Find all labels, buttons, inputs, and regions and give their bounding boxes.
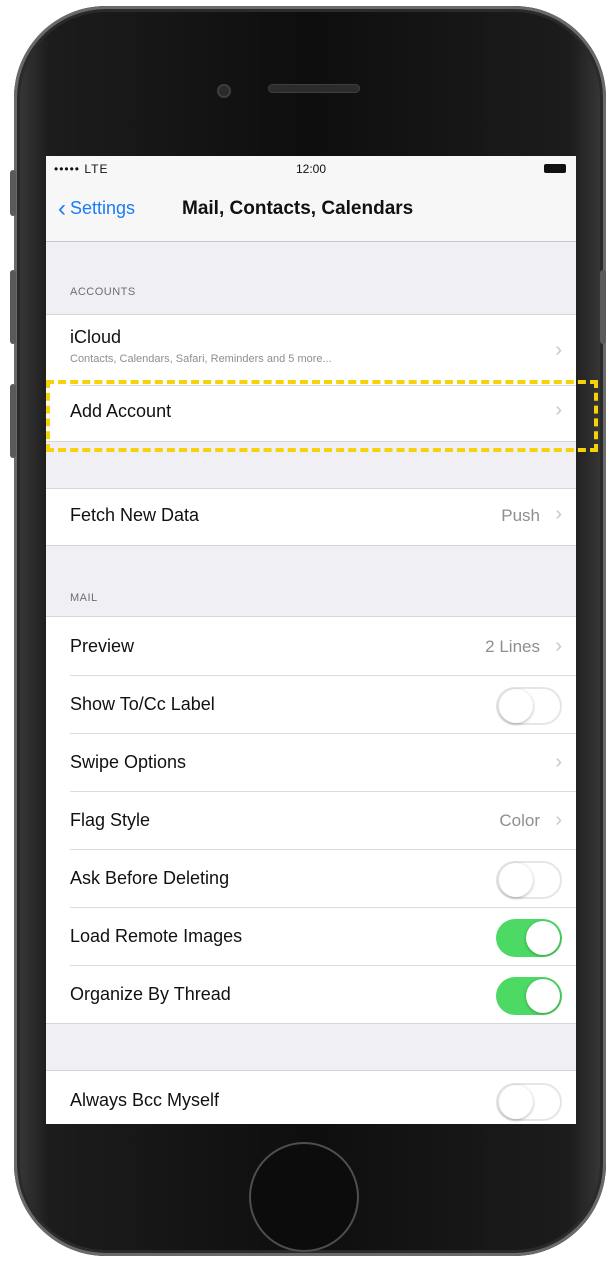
row-label: Always Bcc Myself: [70, 1090, 220, 1110]
row-ask-before-deleting[interactable]: Ask Before Deleting: [46, 849, 576, 907]
row-fetch-new-data[interactable]: Fetch New Data Push ›: [46, 489, 576, 545]
row-label: Preview: [70, 636, 135, 656]
toggle-knob: [499, 1085, 533, 1119]
chevron-left-icon: ‹: [58, 194, 66, 222]
fetch-group: Fetch New Data Push ›: [46, 488, 576, 546]
volume-up-button: [10, 270, 16, 344]
home-button[interactable]: [249, 1142, 359, 1252]
earpiece-speaker: [268, 84, 360, 93]
front-camera: [217, 84, 231, 98]
row-label: Load Remote Images: [70, 926, 243, 946]
row-label: Flag Style: [70, 810, 151, 830]
row-label: Show To/Cc Label: [70, 694, 215, 714]
chevron-right-icon: ›: [555, 635, 562, 657]
row-value: Push: [501, 506, 540, 525]
chevron-right-icon: ›: [555, 503, 562, 525]
row-flag-style[interactable]: Flag Style Color ›: [46, 791, 576, 849]
toggle-switch[interactable]: [496, 919, 562, 957]
volume-down-button: [10, 384, 16, 458]
bcc-group: Always Bcc Myself: [46, 1070, 576, 1124]
row-icloud[interactable]: iCloud Contacts, Calendars, Safari, Remi…: [46, 315, 576, 385]
row-swipe-options[interactable]: Swipe Options ›: [46, 733, 576, 791]
mute-switch: [10, 170, 16, 216]
toggle-switch[interactable]: [496, 1083, 562, 1121]
chevron-right-icon: ›: [555, 339, 562, 361]
navigation-bar: ‹ Settings Mail, Contacts, Calendars: [46, 182, 576, 242]
row-value: Color: [499, 811, 540, 830]
toggle-knob: [499, 689, 533, 723]
row-show-to-cc-label[interactable]: Show To/Cc Label: [46, 675, 576, 733]
toggle-knob: [526, 979, 560, 1013]
toggle-switch[interactable]: [496, 687, 562, 725]
status-bar: ••••• LTE 12:00: [46, 156, 576, 182]
row-load-remote-images[interactable]: Load Remote Images: [46, 907, 576, 965]
row-label: Fetch New Data: [70, 505, 200, 525]
page-title: Mail, Contacts, Calendars: [182, 198, 414, 219]
power-button: [600, 270, 606, 344]
row-value: 2 Lines: [485, 637, 540, 656]
status-time: 12:00: [295, 162, 327, 176]
row-organize-by-thread[interactable]: Organize By Thread: [46, 965, 576, 1023]
back-button[interactable]: ‹ Settings: [58, 194, 136, 222]
section-header-accounts: ACCOUNTS: [70, 286, 136, 298]
section-header-mail: MAIL: [70, 592, 98, 604]
row-label: Swipe Options: [70, 752, 187, 772]
chevron-right-icon: ›: [555, 751, 562, 773]
row-always-bcc-myself[interactable]: Always Bcc Myself: [46, 1071, 576, 1124]
highlight-box: [46, 380, 598, 452]
toggle-knob: [499, 863, 533, 897]
toggle-switch[interactable]: [496, 977, 562, 1015]
row-preview[interactable]: Preview 2 Lines ›: [46, 617, 576, 675]
row-label: Ask Before Deleting: [70, 868, 230, 888]
toggle-switch[interactable]: [496, 861, 562, 899]
row-subtitle: Contacts, Calendars, Safari, Reminders a…: [70, 353, 332, 365]
back-button-label: Settings: [70, 198, 136, 218]
chevron-right-icon: ›: [555, 809, 562, 831]
battery-icon: [544, 164, 566, 173]
row-label: Organize By Thread: [70, 984, 231, 1004]
row-label: iCloud: [70, 327, 122, 347]
screen: ••••• LTE 12:00 ‹ Settings Mail, Contact…: [46, 156, 576, 1124]
toggle-knob: [526, 921, 560, 955]
mail-group: Preview 2 Lines › Show To/Cc Label Swipe Opt…: [46, 616, 576, 1024]
